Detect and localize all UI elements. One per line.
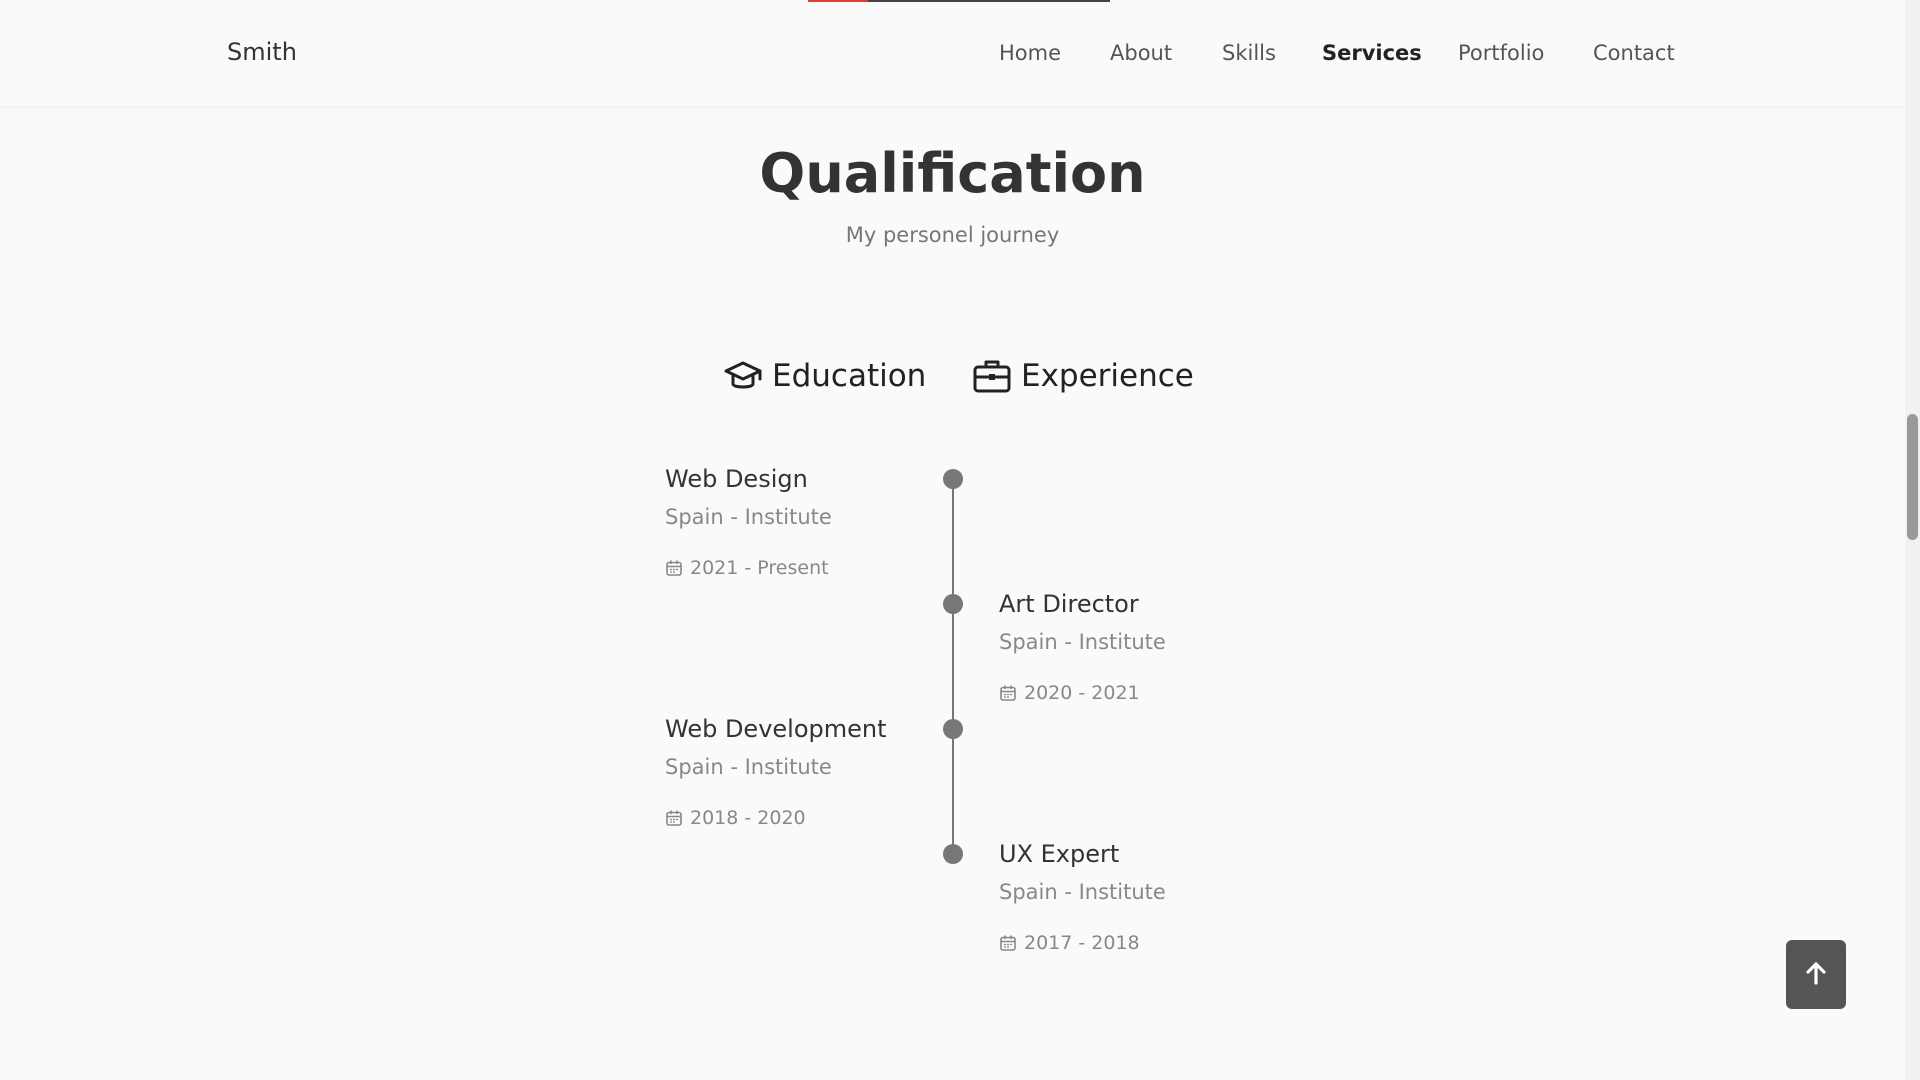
nav-contact[interactable]: Contact: [1593, 41, 1675, 65]
qualification-date: 2020 - 2021: [999, 682, 1299, 704]
calendar-icon: [999, 934, 1017, 952]
qualification-title: Web Development: [665, 715, 887, 743]
timeline-dot: [943, 844, 963, 864]
nav-services[interactable]: Services: [1322, 41, 1422, 65]
qualification-title: Web Design: [665, 465, 808, 493]
qualification-item: Art Director Spain - Institute 2020 - 20…: [999, 590, 1299, 704]
qualification-title: UX Expert: [999, 840, 1120, 868]
tab-experience-label: Experience: [1021, 358, 1194, 394]
nav-skills[interactable]: Skills: [1222, 41, 1276, 65]
calendar-icon: [665, 809, 683, 827]
logo[interactable]: Smith: [227, 38, 297, 66]
qualification-date: 2021 - Present: [665, 557, 965, 579]
calendar-icon: [665, 559, 683, 577]
scroll-progress-fill: [808, 0, 869, 2]
qualification-date-text: 2020 - 2021: [1024, 682, 1140, 704]
graduation-cap-icon: [724, 360, 762, 392]
qualification-date-text: 2017 - 2018: [1024, 932, 1140, 954]
scrollbar-track[interactable]: [1905, 0, 1920, 1080]
qualification-subtitle: Spain - Institute: [665, 755, 832, 779]
nav-about[interactable]: About: [1110, 41, 1172, 65]
timeline-dot: [943, 594, 963, 614]
qualification-subtitle: Spain - Institute: [665, 505, 832, 529]
qualification-date-text: 2018 - 2020: [690, 807, 806, 829]
tab-education[interactable]: Education: [724, 358, 926, 394]
qualification-date-text: 2021 - Present: [690, 557, 829, 579]
qualification-item: UX Expert Spain - Institute 2017 - 2018: [999, 840, 1299, 954]
section-subtitle: My personel journey: [845, 223, 1060, 247]
arrow-up-icon: [1805, 961, 1827, 989]
qualification-item: Web Design Spain - Institute 2021 - Pres…: [665, 465, 965, 579]
tab-experience[interactable]: Experience: [973, 358, 1194, 394]
tab-education-label: Education: [772, 358, 927, 394]
qualification-subtitle: Spain - Institute: [999, 880, 1166, 904]
section-title: Qualification: [759, 142, 1146, 205]
scrollbar-thumb[interactable]: [1907, 414, 1918, 540]
scroll-progress-bar: [808, 0, 1110, 2]
qualification-subtitle: Spain - Institute: [999, 630, 1166, 654]
calendar-icon: [999, 684, 1017, 702]
nav-home[interactable]: Home: [999, 41, 1061, 65]
qualification-title: Art Director: [999, 590, 1139, 618]
header: Smith Home About Skills Services Portfol…: [0, 0, 1905, 106]
briefcase-icon: [973, 358, 1011, 394]
qualification-date: 2017 - 2018: [999, 932, 1299, 954]
scroll-top-button[interactable]: [1786, 940, 1846, 1009]
nav-portfolio[interactable]: Portfolio: [1458, 41, 1544, 65]
qualification-item: Web Development Spain - Institute 2018 -…: [665, 715, 965, 829]
qualification-date: 2018 - 2020: [665, 807, 965, 829]
